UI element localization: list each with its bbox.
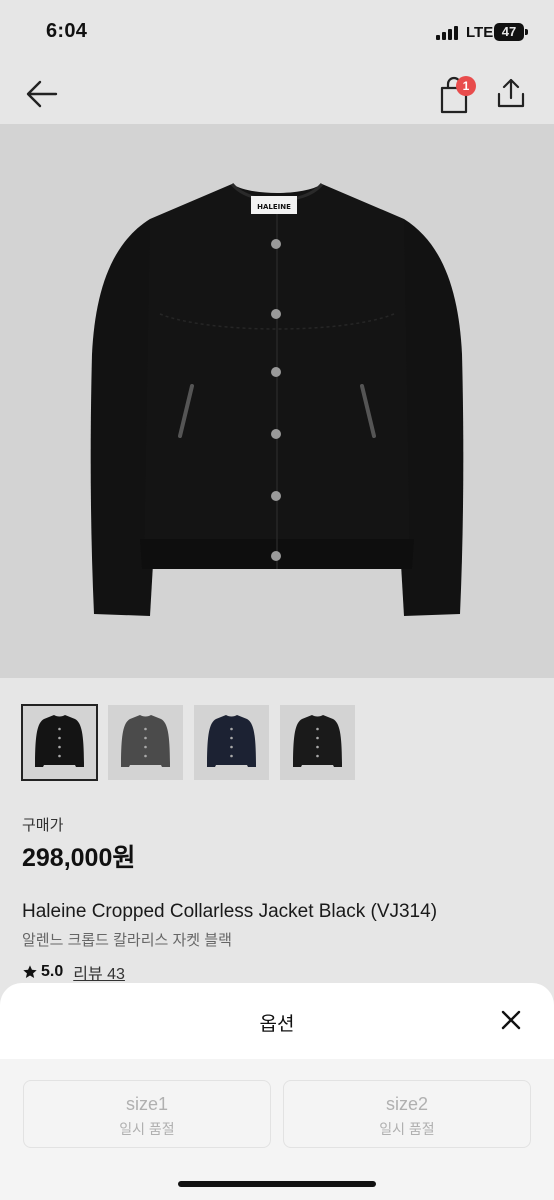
- option-size1-button[interactable]: size1 일시 품절: [23, 1080, 271, 1148]
- sheet-header: 옵션: [0, 983, 554, 1059]
- close-icon[interactable]: [496, 1005, 526, 1035]
- option-name: size2: [385, 1094, 429, 1114]
- option-size2-button[interactable]: size2 일시 품절: [283, 1080, 531, 1148]
- option-sheet: 옵션 size1 일시 품절 size2 일시 품절: [0, 983, 554, 1200]
- sheet-body: size1 일시 품절 size2 일시 품절: [0, 1059, 554, 1200]
- home-indicator: [178, 1181, 376, 1187]
- sheet-title: 옵션: [259, 1014, 295, 1035]
- option-name: size1: [125, 1094, 169, 1114]
- option-status: 일시 품절: [379, 1121, 435, 1137]
- option-status: 일시 품절: [119, 1121, 175, 1137]
